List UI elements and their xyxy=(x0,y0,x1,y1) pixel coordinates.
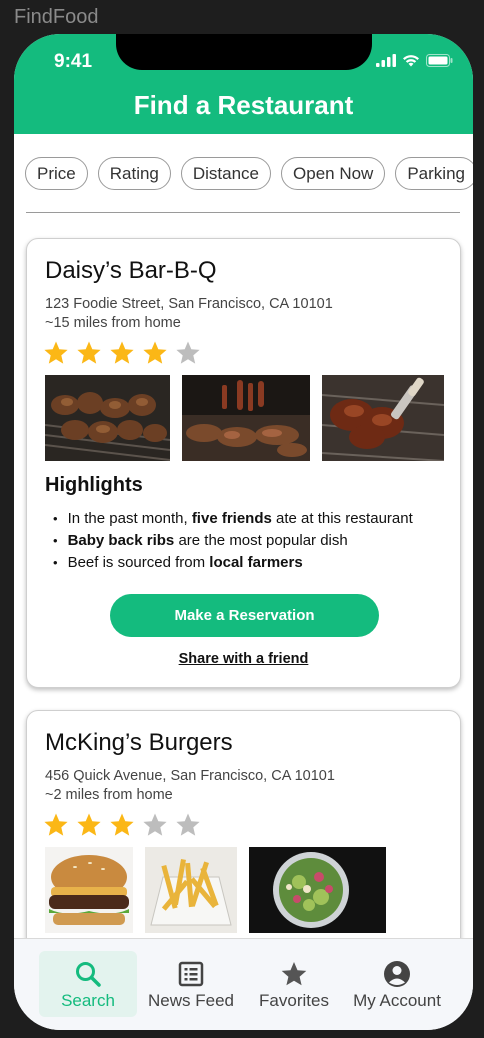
nav-item-my-account[interactable]: My Account xyxy=(348,951,446,1017)
nav-label: Favorites xyxy=(259,991,329,1010)
highlight-text: are the most popular dish xyxy=(174,531,348,549)
share-with-friend-link: Share with a friend xyxy=(27,651,460,667)
highlight-item: In the past month, five friends ate at t… xyxy=(53,507,413,529)
status-time: 9:41 xyxy=(54,51,93,72)
nav-item-favorites[interactable]: Favorites xyxy=(245,951,343,1017)
highlight-text: Beef is sourced from xyxy=(67,553,210,571)
star-filled-icon xyxy=(44,341,68,364)
phone-screen: 9:41 Find a Restaurant Price Rating Dist… xyxy=(14,34,473,1030)
app-label: FindFood xyxy=(14,6,99,28)
restaurant-card[interactable]: Daisy’s Bar-B-Q 123 Foodie Street, San F… xyxy=(26,238,461,688)
highlight-bold: five friends xyxy=(191,509,272,527)
filter-chips: Price Rating Distance Open Now Parking xyxy=(25,157,473,190)
star-filled-icon xyxy=(44,813,68,836)
restaurant-distance: ~15 miles from home xyxy=(45,315,181,331)
grilled-meat-skewers-photo[interactable] xyxy=(45,375,170,461)
bottom-navigation: Search News Feed Favorites My Account xyxy=(14,938,473,1030)
search-icon xyxy=(76,962,101,987)
filter-chip-parking[interactable]: Parking xyxy=(395,157,473,190)
device-notch xyxy=(116,34,372,70)
nav-item-search[interactable]: Search xyxy=(39,951,137,1017)
divider xyxy=(26,212,460,213)
highlight-text: ate at this restaurant xyxy=(271,509,413,527)
fries-photo[interactable] xyxy=(145,847,237,933)
nav-label: Search xyxy=(61,991,115,1010)
wifi-icon xyxy=(403,55,419,67)
star-filled-icon xyxy=(77,813,101,836)
filter-chip-price[interactable]: Price xyxy=(25,157,88,190)
signal-icon xyxy=(376,54,396,67)
star-empty-icon xyxy=(143,813,167,836)
restaurant-name: Daisy’s Bar-B-Q xyxy=(45,257,217,284)
battery-icon xyxy=(426,54,453,67)
restaurant-name: McKing’s Burgers xyxy=(45,729,233,756)
highlight-item: Baby back ribs are the most popular dish xyxy=(53,529,413,551)
share-link-text[interactable]: Share with a friend xyxy=(179,651,309,667)
nav-item-news-feed[interactable]: News Feed xyxy=(142,951,240,1017)
highlight-item: Beef is sourced from local farmers xyxy=(53,551,413,573)
rating-stars xyxy=(43,812,201,838)
rating-stars xyxy=(43,340,201,366)
filter-chip-distance[interactable]: Distance xyxy=(180,157,272,190)
star-filled-icon xyxy=(110,813,134,836)
restaurant-card[interactable]: McKing’s Burgers 456 Quick Avenue, San F… xyxy=(26,710,461,970)
news-feed-icon xyxy=(178,961,204,987)
restaurant-distance: ~2 miles from home xyxy=(45,787,173,803)
star-filled-icon xyxy=(77,341,101,364)
account-icon xyxy=(384,961,410,987)
highlight-text: In the past month, xyxy=(67,509,192,527)
restaurant-address: 456 Quick Avenue, San Francisco, CA 1010… xyxy=(45,768,335,784)
page-title: Find a Restaurant xyxy=(133,90,354,120)
star-filled-icon xyxy=(143,341,167,364)
bbq-pit-photo[interactable] xyxy=(182,375,310,461)
star-empty-icon xyxy=(176,341,200,364)
highlight-bold: Baby back ribs xyxy=(67,531,175,549)
star-empty-icon xyxy=(176,813,200,836)
filter-chip-open-now[interactable]: Open Now xyxy=(281,157,386,190)
status-icons xyxy=(376,54,453,67)
glazed-ribs-photo[interactable] xyxy=(322,375,444,461)
app-header: 9:41 Find a Restaurant xyxy=(14,34,473,134)
restaurant-address: 123 Foodie Street, San Francisco, CA 101… xyxy=(45,296,333,312)
salad-photo[interactable] xyxy=(249,847,386,933)
nav-label: News Feed xyxy=(148,991,234,1010)
star-icon xyxy=(281,962,307,986)
make-reservation-button[interactable]: Make a Reservation xyxy=(110,594,379,637)
filter-chip-rating[interactable]: Rating xyxy=(97,157,171,190)
nav-label: My Account xyxy=(353,991,441,1010)
burger-photo[interactable] xyxy=(45,847,133,933)
star-filled-icon xyxy=(110,341,134,364)
highlight-bold: local farmers xyxy=(209,553,303,571)
highlights-heading: Highlights xyxy=(45,474,143,496)
highlights-list: In the past month, five friends ate at t… xyxy=(53,507,413,573)
